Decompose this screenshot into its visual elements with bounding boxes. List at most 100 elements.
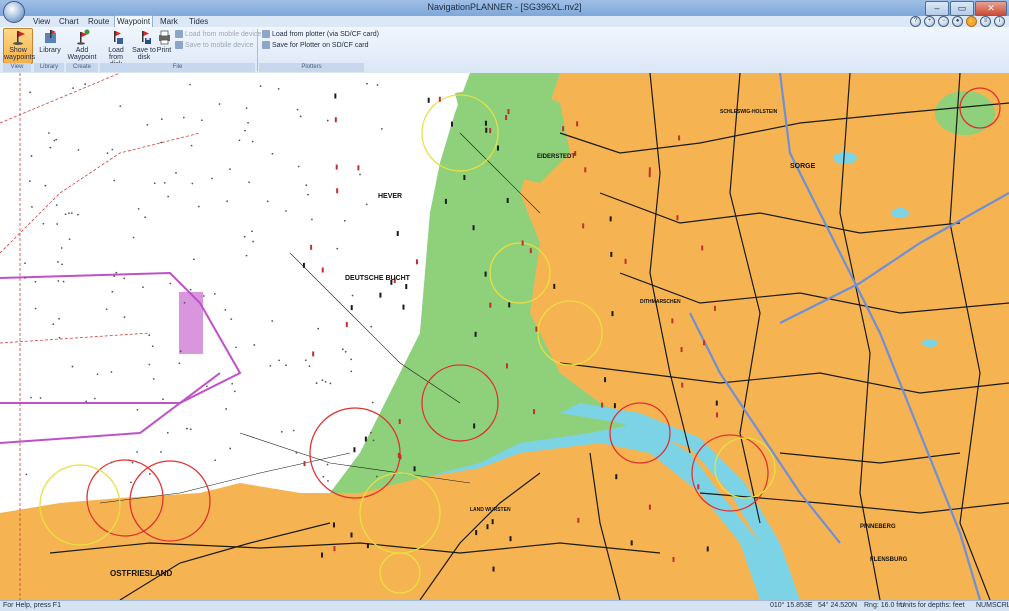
tab-route[interactable]: Route — [86, 16, 111, 27]
buoy-icon — [450, 121, 453, 127]
buoy-icon — [364, 436, 367, 442]
depth-sounding-mark — [44, 184, 47, 187]
tab-chart[interactable]: Chart — [57, 16, 81, 27]
layers-icon[interactable]: ≡ — [980, 16, 991, 27]
buoy-icon — [413, 466, 416, 472]
library-button[interactable]: Library — [36, 29, 64, 54]
depth-sounding-mark — [166, 431, 169, 434]
depth-sounding-mark — [243, 235, 246, 238]
depth-sounding-mark — [162, 398, 164, 401]
buoy-icon — [484, 120, 487, 126]
info-icon[interactable]: i — [994, 16, 1005, 27]
window-controls: – ▭ ✕ — [925, 1, 1007, 16]
depth-sounding-mark — [115, 271, 118, 274]
depth-sounding-mark — [295, 451, 298, 454]
depth-sounding-mark — [57, 280, 60, 282]
depth-sounding-mark — [34, 280, 37, 283]
buoy-icon — [613, 403, 616, 409]
world-icon[interactable]: ● — [952, 16, 963, 27]
depth-sounding-mark — [105, 308, 108, 311]
buoy-icon — [506, 197, 509, 203]
depth-sounding-mark — [321, 379, 324, 382]
map-label-dithmarschen: DITHMARSCHEN — [640, 299, 681, 305]
buoy-icon — [604, 377, 607, 383]
minimize-button[interactable]: – — [925, 1, 949, 16]
hand-icon[interactable]: ✋ — [966, 16, 977, 27]
map-label-deutsche-bucht: DEUTSCHE BUCHT — [345, 275, 411, 282]
map-label-sorge: SORGE — [790, 163, 816, 170]
zoom-out-icon[interactable]: − — [938, 16, 949, 27]
application-menu-button[interactable] — [3, 1, 25, 23]
depth-sounding-mark — [182, 116, 185, 119]
maximize-button[interactable]: ▭ — [950, 1, 974, 16]
tab-view[interactable]: View — [31, 16, 52, 27]
buoy-icon — [474, 331, 477, 337]
depth-sounding-mark — [70, 212, 73, 215]
map-label-flensburg: FLENSBURG — [870, 557, 908, 563]
save-to-mobile-label: Save to mobile device — [185, 42, 254, 49]
depth-sounding-mark — [144, 216, 147, 219]
load-from-mobile-button[interactable]: Load from mobile device — [175, 30, 261, 40]
map-label-land-wursten: LAND WURSTEN — [470, 507, 511, 513]
waypoint-flag-icon — [11, 29, 26, 45]
depth-sounding-mark — [71, 365, 74, 368]
depth-sounding-mark — [131, 461, 134, 464]
load-from-mobile-label: Load from mobile device — [185, 31, 262, 38]
buoy-icon — [648, 504, 651, 510]
save-for-plotter-button[interactable]: Save for Plotter on SD/CF card — [262, 41, 368, 51]
depth-sounding-mark — [31, 206, 33, 208]
buoy-icon — [497, 145, 500, 151]
buoy-icon — [321, 552, 324, 558]
buoy-icon — [492, 566, 495, 572]
boundary-zone — [179, 292, 203, 354]
depth-sounding-mark — [311, 218, 313, 221]
buoy-icon — [678, 135, 681, 141]
depth-sounding-mark — [238, 139, 241, 142]
buoy-icon — [529, 248, 532, 254]
buoy-icon — [491, 519, 494, 525]
depth-sounding-mark — [251, 140, 254, 143]
depth-sounding-mark — [77, 213, 79, 216]
help-icon[interactable]: ? — [910, 16, 921, 27]
buoy-icon — [701, 245, 704, 251]
load-disk-icon — [109, 29, 124, 45]
nautical-chart[interactable]: HEVER DEUTSCHE BUCHT EIDERSTEDT OSTFRIES… — [0, 73, 1009, 600]
depth-sounding-mark — [148, 334, 151, 337]
print-button[interactable]: Print — [150, 29, 178, 54]
depth-sounding-mark — [132, 236, 135, 239]
chart-nav-toolbar: ? + − ● ✋ ≡ i — [910, 16, 1005, 27]
depth-sounding-mark — [30, 396, 32, 399]
buoy-icon — [415, 259, 418, 265]
buoy-icon — [379, 292, 382, 298]
depth-sounding-mark — [200, 119, 203, 122]
buoy-icon — [345, 322, 348, 328]
depth-sounding-mark — [52, 323, 55, 326]
depth-sounding-mark — [190, 144, 193, 147]
depth-sounding-mark — [351, 294, 354, 297]
load-from-plotter-button[interactable]: Load from plotter (via SD/CF card) — [262, 30, 379, 40]
show-waypoints-button[interactable]: Show waypoints — [3, 28, 35, 64]
buoy-icon — [697, 484, 700, 490]
buoy-icon — [505, 115, 508, 121]
buoy-icon — [472, 225, 475, 231]
depth-sounding-mark — [299, 115, 302, 118]
tab-mark[interactable]: Mark — [158, 16, 180, 27]
chart-view[interactable]: HEVER DEUTSCHE BUCHT EIDERSTEDT OSTFRIES… — [0, 73, 1009, 600]
zoom-in-icon[interactable]: + — [924, 16, 935, 27]
tab-tides[interactable]: Tides — [187, 16, 210, 27]
lake — [833, 152, 857, 164]
close-button[interactable]: ✕ — [975, 1, 1007, 16]
depth-sounding-mark — [160, 141, 163, 144]
buoy-icon — [302, 262, 305, 268]
depth-sounding-mark — [62, 280, 65, 283]
save-to-mobile-button[interactable]: Save to mobile device — [175, 41, 253, 51]
depth-sounding-mark — [48, 132, 50, 134]
add-waypoint-button[interactable]: Add Waypoint — [67, 29, 97, 61]
depth-sounding-mark — [68, 212, 70, 215]
depth-sounding-mark — [205, 385, 208, 388]
mobile-icon — [175, 41, 183, 50]
buoy-icon — [402, 304, 405, 310]
buoy-icon — [648, 167, 651, 173]
depth-sounding-mark — [167, 195, 170, 198]
buoy-icon — [562, 126, 565, 132]
